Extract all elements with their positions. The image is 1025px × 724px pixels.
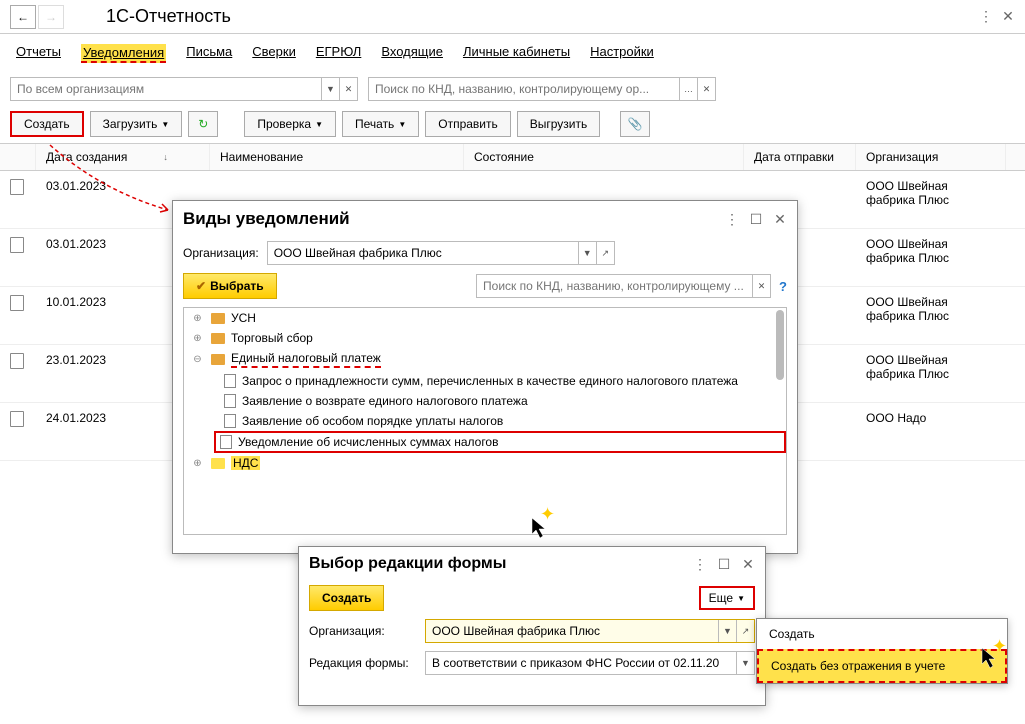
open-icon[interactable]: ↗	[596, 242, 614, 264]
tree-doc-return[interactable]: Заявление о возврате единого налогового …	[242, 394, 528, 408]
tree-search-input[interactable]	[477, 275, 752, 297]
close-icon[interactable]: ✕	[741, 557, 755, 571]
create-button-2[interactable]: Создать	[309, 585, 384, 611]
select-button[interactable]: ✔ Выбрать	[183, 273, 277, 299]
refresh-button[interactable]: ↻	[188, 111, 218, 137]
document-icon	[10, 295, 24, 311]
document-icon	[10, 179, 24, 195]
tree-node-enp[interactable]: Единый налоговый платеж	[231, 351, 381, 368]
create-button[interactable]: Создать	[10, 111, 84, 137]
kebab-icon[interactable]: ⋮	[979, 10, 993, 24]
load-button[interactable]: Загрузить▼	[90, 111, 183, 137]
document-icon	[224, 374, 236, 388]
tree-doc-request[interactable]: Запрос о принадлежности сумм, перечислен…	[242, 374, 738, 388]
chevron-down-icon[interactable]: ▼	[718, 620, 736, 642]
org-value-input-2[interactable]	[426, 620, 718, 642]
th-state[interactable]: Состояние	[464, 144, 744, 170]
tree-node-sbor[interactable]: Торговый сбор	[231, 331, 313, 345]
maximize-icon[interactable]: ☐	[749, 212, 763, 226]
clear-icon[interactable]: ✕	[752, 275, 770, 297]
document-icon	[10, 411, 24, 427]
chevron-down-icon[interactable]: ▼	[736, 652, 754, 674]
document-icon	[224, 414, 236, 428]
redaction-select[interactable]: ▼	[425, 651, 755, 675]
ellipsis-icon[interactable]: …	[679, 78, 697, 100]
tab-notifications[interactable]: Уведомления	[81, 44, 166, 63]
tab-reconcile[interactable]: Сверки	[252, 44, 296, 63]
th-icon	[0, 144, 36, 170]
expand-icon[interactable]: ⊕	[190, 333, 205, 344]
tree-node-nds[interactable]: НДС	[231, 456, 260, 470]
clear-icon[interactable]: ✕	[339, 78, 357, 100]
open-icon[interactable]: ↗	[736, 620, 754, 642]
org-filter-input[interactable]	[11, 78, 321, 100]
help-icon[interactable]: ?	[779, 279, 787, 294]
redaction-value-input[interactable]	[426, 652, 736, 674]
check-button[interactable]: Проверка▼	[244, 111, 336, 137]
attach-button[interactable]: 📎	[620, 111, 650, 137]
menu-item-create[interactable]: Создать	[757, 619, 1007, 649]
subwin1-title: Виды уведомлений	[183, 209, 350, 229]
document-icon	[224, 394, 236, 408]
folder-icon	[211, 313, 225, 324]
org-filter-combo[interactable]: ▼ ✕	[10, 77, 358, 101]
tab-egrul[interactable]: ЕГРЮЛ	[316, 44, 361, 63]
tab-incoming[interactable]: Входящие	[381, 44, 443, 63]
th-org[interactable]: Организация	[856, 144, 1006, 170]
org-label: Организация:	[183, 246, 259, 260]
tab-reports[interactable]: Отчеты	[16, 44, 61, 63]
maximize-icon[interactable]: ☐	[717, 557, 731, 571]
th-sent[interactable]: Дата отправки	[744, 144, 856, 170]
tree-doc-calc-notification[interactable]: Уведомление об исчисленных суммах налого…	[238, 435, 498, 449]
org-label-2: Организация:	[309, 624, 419, 638]
redaction-label: Редакция формы:	[309, 656, 419, 670]
notification-tree[interactable]: ⊕ УСН ⊕ Торговый сбор ⊖ Единый налоговый пл…	[183, 307, 787, 535]
search-input[interactable]	[369, 78, 679, 100]
kebab-icon[interactable]: ⋮	[725, 212, 739, 226]
org-select-2[interactable]: ▼ ↗	[425, 619, 755, 643]
window-title: 1С-Отчетность	[106, 6, 231, 27]
tree-search[interactable]: ✕	[476, 274, 771, 298]
expand-icon[interactable]: ⊕	[190, 458, 205, 469]
nav-forward-button: →	[38, 5, 64, 29]
expand-icon[interactable]: ⊕	[190, 313, 205, 324]
tab-letters[interactable]: Письма	[186, 44, 232, 63]
document-icon	[10, 353, 24, 369]
scrollbar-thumb[interactable]	[776, 310, 784, 380]
close-icon[interactable]: ✕	[1001, 10, 1015, 24]
notification-types-window: Виды уведомлений ⋮ ☐ ✕ Организация: ▼ ↗ …	[172, 200, 798, 554]
more-button[interactable]: Еще▼	[699, 586, 755, 610]
folder-icon	[211, 354, 225, 365]
subwin2-title: Выбор редакции формы	[309, 555, 506, 573]
org-value-input[interactable]	[268, 242, 578, 264]
org-select[interactable]: ▼ ↗	[267, 241, 615, 265]
close-icon[interactable]: ✕	[773, 212, 787, 226]
tree-node-usn[interactable]: УСН	[231, 311, 256, 325]
export-button[interactable]: Выгрузить	[517, 111, 601, 137]
chevron-down-icon[interactable]: ▼	[578, 242, 596, 264]
collapse-icon[interactable]: ⊖	[190, 354, 205, 365]
tree-doc-special[interactable]: Заявление об особом порядке уплаты налог…	[242, 414, 503, 428]
th-name[interactable]: Наименование	[210, 144, 464, 170]
nav-back-button[interactable]: ←	[10, 5, 36, 29]
clear-search-icon[interactable]: ✕	[697, 78, 715, 100]
folder-icon	[211, 333, 225, 344]
form-edition-window: Выбор редакции формы ⋮ ☐ ✕ Создать Еще▼ …	[298, 546, 766, 706]
kebab-icon[interactable]: ⋮	[693, 557, 707, 571]
more-dropdown-menu: Создать Создать без отражения в учете	[756, 618, 1008, 684]
document-icon	[220, 435, 232, 449]
tab-cabinets[interactable]: Личные кабинеты	[463, 44, 570, 63]
chevron-down-icon[interactable]: ▼	[321, 78, 339, 100]
menu-item-create-without-accounting[interactable]: Создать без отражения в учете	[757, 649, 1007, 683]
th-date[interactable]: Дата создания↓	[36, 144, 210, 170]
folder-icon	[211, 458, 225, 469]
tab-settings[interactable]: Настройки	[590, 44, 654, 63]
print-button[interactable]: Печать▼	[342, 111, 419, 137]
document-icon	[10, 237, 24, 253]
search-combo[interactable]: … ✕	[368, 77, 716, 101]
send-button[interactable]: Отправить	[425, 111, 511, 137]
